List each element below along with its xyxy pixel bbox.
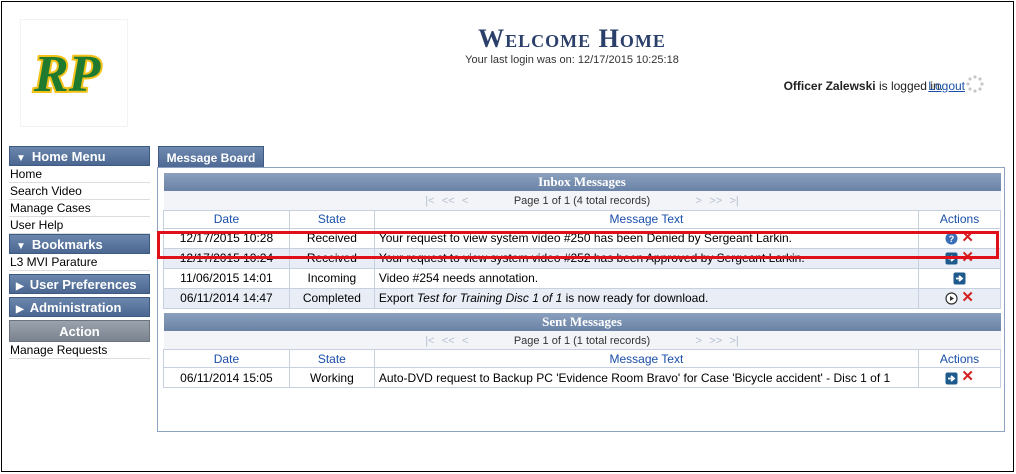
row-date: 06/11/2014 14:47 <box>163 287 290 309</box>
sidebar: ▼ Home Menu Home Search Video Manage Case… <box>9 146 150 359</box>
agency-logo: RP RP <box>20 19 128 127</box>
go-icon[interactable] <box>953 272 966 285</box>
message-prefix: Export <box>378 291 417 305</box>
next-page-button[interactable]: > <box>696 195 702 207</box>
user-preferences-label: User Preferences <box>29 277 137 292</box>
col-state[interactable]: State <box>288 349 375 368</box>
last-page-button[interactable]: >| <box>730 195 739 207</box>
sidebar-item-l3-mvi-parature[interactable]: L3 MVI Parature <box>9 254 150 271</box>
last-login-text: Your last login was on: 12/17/2015 10:25… <box>465 54 679 66</box>
inbox-table: Inbox Messages |< << < Page 1 of 1 (4 to… <box>163 173 1001 309</box>
expand-arrow-icon: ▶ <box>16 304 24 315</box>
col-actions: Actions <box>918 209 1001 229</box>
row-message: Video #254 needs annotation. <box>373 267 920 289</box>
next-page-button[interactable]: > <box>696 335 702 347</box>
col-message-text[interactable]: Message Text <box>373 209 920 229</box>
sidebar-item-user-help[interactable]: User Help <box>9 217 150 234</box>
bookmarks-header[interactable]: ▼ Bookmarks <box>9 234 150 254</box>
sidebar-item-manage-cases[interactable]: Manage Cases <box>9 200 150 217</box>
last-page-button[interactable]: >| <box>730 335 739 347</box>
sent-page-info: Page 1 of 1 (1 total records) <box>513 334 651 347</box>
sidebar-item-manage-requests[interactable]: Manage Requests <box>9 342 150 359</box>
prev-fast-button[interactable]: << <box>442 195 455 207</box>
col-state[interactable]: State <box>288 209 375 229</box>
row-message: Auto-DVD request to Backup PC 'Evidence … <box>373 367 920 388</box>
delete-icon[interactable]: ✕ <box>961 289 974 306</box>
expand-arrow-icon: ▶ <box>16 281 24 292</box>
login-status: Officer Zalewski is logged in. <box>784 79 943 93</box>
home-menu-label: Home Menu <box>31 149 106 164</box>
row-state: Working <box>288 367 375 388</box>
table-row[interactable]: 12/17/2015 10:24 Received Your request t… <box>163 247 1001 269</box>
play-icon[interactable] <box>945 292 958 305</box>
message-suffix: is now ready for download. <box>562 291 709 305</box>
row-actions: ✕ <box>918 247 1001 269</box>
row-state: Received <box>288 227 375 249</box>
logout-link[interactable]: Logout <box>928 79 965 93</box>
action-header: Action <box>9 320 150 342</box>
prev-page-button[interactable]: < <box>462 335 468 347</box>
row-state: Completed <box>288 287 375 309</box>
sent-pager: |< << < Page 1 of 1 (1 total records) > … <box>163 330 1001 350</box>
bookmarks-label: Bookmarks <box>31 237 103 252</box>
inbox-page-info: Page 1 of 1 (4 total records) <box>513 195 651 208</box>
go-icon[interactable] <box>945 372 958 385</box>
next-fast-button[interactable]: >> <box>709 195 722 207</box>
delete-icon[interactable]: ✕ <box>961 368 974 385</box>
col-message-text[interactable]: Message Text <box>373 349 920 368</box>
row-message: Your request to view system video #250 h… <box>373 227 920 249</box>
first-page-button[interactable]: |< <box>425 335 434 347</box>
col-date[interactable]: Date <box>163 349 290 368</box>
table-row[interactable]: 06/11/2014 15:05 Working Auto-DVD reques… <box>163 367 1001 388</box>
sent-title: Sent Messages <box>163 312 1001 331</box>
row-actions: ✕ <box>918 367 1001 388</box>
message-board-panel: Inbox Messages |< << < Page 1 of 1 (4 to… <box>157 167 1005 432</box>
collapse-arrow-icon: ▼ <box>16 241 26 252</box>
prev-fast-button[interactable]: << <box>442 335 455 347</box>
inbox-pager: |< << < Page 1 of 1 (4 total records) > … <box>163 191 1001 211</box>
tab-message-board[interactable]: Message Board <box>158 146 264 168</box>
col-actions: Actions <box>918 349 1001 368</box>
administration-label: Administration <box>29 300 122 315</box>
col-date[interactable]: Date <box>163 209 290 229</box>
home-menu-header[interactable]: ▼ Home Menu <box>9 146 150 166</box>
row-date: 12/17/2015 10:24 <box>163 247 290 269</box>
table-row[interactable]: 12/17/2015 10:28 Received Your request t… <box>163 227 1001 249</box>
administration-header[interactable]: ▶ Administration <box>9 297 150 317</box>
page-title: Welcome Home <box>478 24 666 53</box>
row-state: Incoming <box>288 267 375 289</box>
row-date: 11/06/2015 14:01 <box>163 267 290 289</box>
first-page-button[interactable]: |< <box>425 195 434 207</box>
delete-icon[interactable]: ✕ <box>961 229 974 246</box>
row-actions <box>918 267 1001 289</box>
help-icon[interactable]: ? <box>945 232 958 245</box>
prev-page-button[interactable]: < <box>462 195 468 207</box>
go-icon[interactable] <box>945 252 958 265</box>
export-name: Test for Training Disc 1 of 1 <box>416 291 563 305</box>
row-actions: ✕ <box>918 287 1001 309</box>
row-date: 06/11/2014 15:05 <box>163 367 290 388</box>
row-state: Received <box>288 247 375 269</box>
svg-text:?: ? <box>949 234 955 244</box>
row-message: Export Test for Training Disc 1 of 1 is … <box>373 287 920 309</box>
user-name: Officer Zalewski <box>783 79 876 93</box>
row-actions: ? ✕ <box>918 227 1001 249</box>
collapse-arrow-icon: ▼ <box>16 153 26 164</box>
sent-table: Sent Messages |< << < Page 1 of 1 (1 tot… <box>163 312 1001 388</box>
sidebar-item-home[interactable]: Home <box>9 166 150 183</box>
sidebar-item-search-video[interactable]: Search Video <box>9 183 150 200</box>
delete-icon[interactable]: ✕ <box>961 249 974 266</box>
row-message: Your request to view system video #252 h… <box>373 247 920 269</box>
table-row[interactable]: 06/11/2014 14:47 Completed Export Test f… <box>163 287 1001 309</box>
row-date: 12/17/2015 10:28 <box>163 227 290 249</box>
next-fast-button[interactable]: >> <box>709 335 722 347</box>
user-preferences-header[interactable]: ▶ User Preferences <box>9 274 150 294</box>
loading-spinner-icon <box>966 75 984 93</box>
table-row[interactable]: 11/06/2015 14:01 Incoming Video #254 nee… <box>163 267 1001 289</box>
logo-letters: RP <box>33 46 102 103</box>
inbox-title: Inbox Messages <box>163 173 1001 191</box>
